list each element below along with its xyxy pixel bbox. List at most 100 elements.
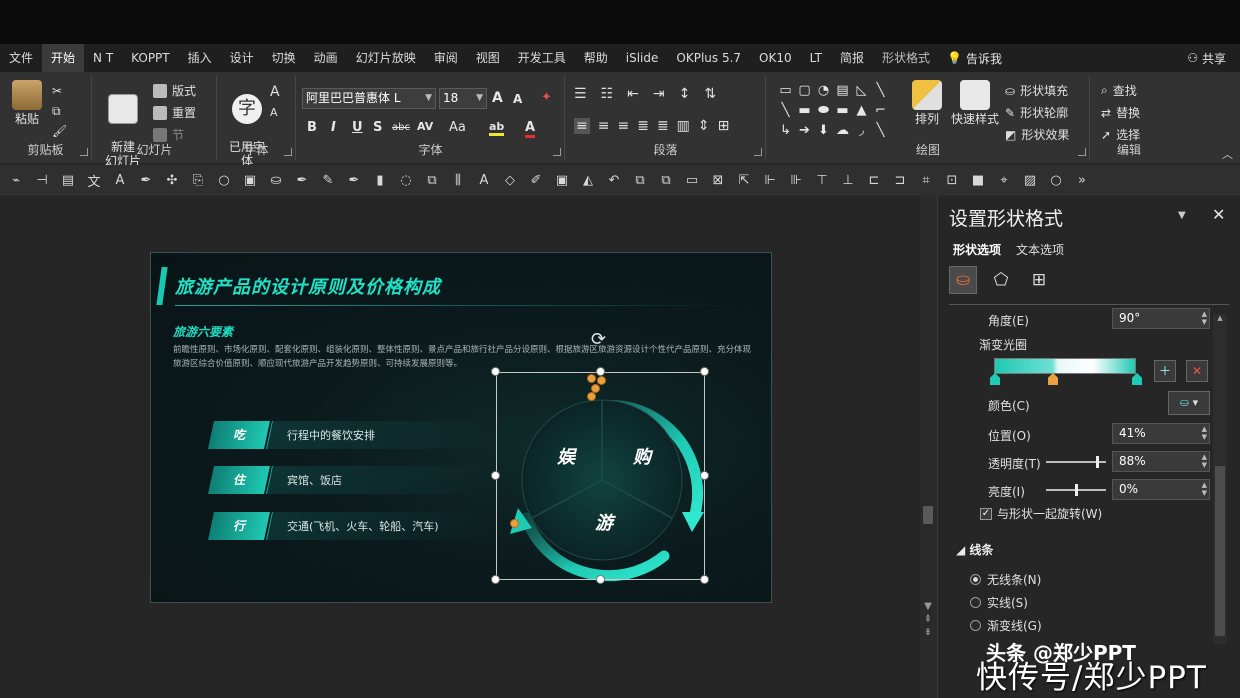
workspace-scrollbar[interactable] bbox=[920, 196, 936, 639]
scroll-thumb[interactable] bbox=[923, 506, 933, 524]
tool-icon[interactable]: ⫼ bbox=[450, 173, 466, 188]
resize-handle[interactable] bbox=[596, 367, 605, 376]
line-spacing-icon[interactable]: ↕ bbox=[679, 86, 691, 102]
align-left-icon[interactable]: ≡ bbox=[574, 118, 590, 134]
columns-icon[interactable]: ▥ bbox=[677, 118, 690, 134]
tab-insert[interactable]: 插入 bbox=[179, 44, 221, 72]
image-icon[interactable]: ▨ bbox=[1022, 173, 1038, 188]
tab-review[interactable]: 审阅 bbox=[425, 44, 467, 72]
diag-line-icon[interactable]: ╲ bbox=[777, 102, 794, 120]
scroll-down-icon[interactable]: ▼ bbox=[920, 600, 936, 613]
justify-icon[interactable]: ≣ bbox=[637, 118, 649, 134]
paragraph-launcher[interactable] bbox=[754, 148, 762, 156]
tab-lt[interactable]: LT bbox=[801, 44, 831, 72]
tab-ok10[interactable]: OK10 bbox=[750, 44, 801, 72]
highlight-icon[interactable]: ab bbox=[489, 120, 505, 136]
color-picker-button[interactable]: ⛀ ▾ bbox=[1168, 391, 1210, 415]
add-stop-icon[interactable]: ＋ bbox=[1154, 360, 1176, 382]
tab-view[interactable]: 视图 bbox=[467, 44, 509, 72]
align-text-icon[interactable]: ⇕ bbox=[698, 118, 710, 134]
char-spacing-button[interactable]: AV bbox=[417, 120, 433, 133]
tool-icon[interactable]: ⊪ bbox=[788, 173, 804, 188]
arrange-button[interactable]: 排列 bbox=[909, 78, 945, 126]
slide-description[interactable]: 前瞻性原则、市场化原则、配套化原则、组装化原则、整体性原则、景点产品和旅行社产品… bbox=[173, 343, 758, 371]
adjust-handle[interactable] bbox=[587, 392, 596, 401]
replace-button[interactable]: ⇄ 替换 bbox=[1101, 104, 1140, 121]
tool-icon[interactable]: ⊡ bbox=[944, 173, 960, 188]
gradient-stop[interactable] bbox=[1132, 373, 1142, 385]
slide-canvas[interactable]: 旅游产品的设计原则及价格构成 旅游六要素 前瞻性原则、市场化原则、配套化原则、组… bbox=[150, 252, 772, 603]
angle-input[interactable]: 90° ▲ ▼ bbox=[1112, 308, 1210, 329]
text-direction-icon[interactable]: ⇅ bbox=[704, 86, 716, 102]
outline-icon[interactable]: ✎ bbox=[320, 173, 336, 188]
tab-nt[interactable]: N T bbox=[84, 44, 122, 72]
pane-options-icon[interactable]: ▼ bbox=[1178, 210, 1186, 221]
tool-icon[interactable]: ⧉ bbox=[424, 173, 440, 188]
tool-icon[interactable]: ⊩ bbox=[762, 173, 778, 188]
resize-handle[interactable] bbox=[596, 575, 605, 584]
tool-icon[interactable]: ⌖ bbox=[996, 173, 1012, 188]
tool-icon[interactable]: ⧉ bbox=[632, 173, 648, 188]
font-family-select[interactable]: 阿里巴巴普惠体 L ▼ bbox=[302, 88, 436, 109]
bucket-icon[interactable]: ⛀ bbox=[268, 173, 284, 188]
tab-help[interactable]: 帮助 bbox=[575, 44, 617, 72]
slider-knob[interactable] bbox=[1096, 456, 1100, 468]
tab-islide[interactable]: iSlide bbox=[617, 44, 668, 72]
circle-icon[interactable]: ○ bbox=[216, 173, 232, 188]
tab-design[interactable]: 设计 bbox=[221, 44, 263, 72]
scroll-up-icon[interactable]: ▲ bbox=[1213, 314, 1227, 322]
layout-button[interactable]: 版式 bbox=[153, 82, 196, 99]
tool-icon[interactable]: ⊥ bbox=[840, 173, 856, 188]
tab-jianbao[interactable]: 简报 bbox=[831, 44, 873, 72]
size-properties-icon[interactable]: ⊞ bbox=[1025, 266, 1053, 294]
slider-knob[interactable] bbox=[1074, 484, 1078, 496]
collapse-ribbon-icon[interactable]: ︿ bbox=[1222, 146, 1233, 162]
radio-gradient-line[interactable]: 渐变线(G) bbox=[970, 617, 1042, 634]
increase-indent-icon[interactable]: ⇥ bbox=[653, 86, 665, 102]
slide-subtitle[interactable]: 旅游六要素 bbox=[173, 323, 233, 340]
gradient-stop[interactable] bbox=[990, 373, 1000, 385]
tool-icon[interactable]: ◭ bbox=[580, 173, 596, 188]
align-center-icon[interactable]: ≡ bbox=[598, 118, 610, 134]
tool-icon[interactable]: ↶ bbox=[606, 173, 622, 188]
textbox-icon[interactable]: ▤ bbox=[834, 82, 851, 100]
rect3-icon[interactable]: ▬ bbox=[834, 102, 851, 120]
tool-icon[interactable]: ▤ bbox=[60, 173, 76, 188]
align-right-icon[interactable]: ≡ bbox=[617, 118, 629, 134]
tab-shape-format[interactable]: 形状格式 bbox=[873, 44, 939, 72]
prev-slide-icon[interactable]: ⇞ bbox=[920, 613, 936, 626]
rotate-with-shape-checkbox[interactable]: ✓ 与形状一起旋转(W) bbox=[980, 505, 1102, 522]
tool-icon[interactable]: ▭ bbox=[684, 173, 700, 188]
circle-icon[interactable]: ○ bbox=[1048, 173, 1064, 188]
font-launcher[interactable] bbox=[553, 148, 561, 156]
line-icon[interactable]: ╲ bbox=[872, 82, 889, 100]
brace-icon[interactable]: ◞ bbox=[853, 122, 870, 140]
tool-icon[interactable]: ◌ bbox=[398, 173, 414, 188]
tool-icon[interactable]: 文 bbox=[86, 171, 102, 190]
tool-icon[interactable]: ⊐ bbox=[892, 173, 908, 188]
tell-me[interactable]: 💡 告诉我 bbox=[939, 50, 1010, 67]
grow-font-button[interactable]: A bbox=[270, 84, 280, 100]
tool-icon[interactable]: ⎘ bbox=[190, 173, 206, 188]
tool-icon[interactable]: A bbox=[112, 173, 128, 188]
right-arrow-icon[interactable]: ➔ bbox=[796, 122, 813, 140]
numbering-icon[interactable]: ☷ bbox=[601, 86, 614, 102]
clear-format-icon[interactable]: ✦ bbox=[541, 90, 552, 105]
fill-line-icon[interactable]: ⛀ bbox=[949, 266, 977, 294]
tool-icon[interactable]: ⇱ bbox=[736, 173, 752, 188]
tab-transitions[interactable]: 切换 bbox=[263, 44, 305, 72]
next-slide-icon[interactable]: ⇟ bbox=[920, 626, 936, 639]
italic-button[interactable]: I bbox=[331, 120, 336, 135]
tab-animations[interactable]: 动画 bbox=[305, 44, 347, 72]
triangle-icon[interactable]: ◺ bbox=[853, 82, 870, 100]
tool-icon[interactable]: ⌗ bbox=[918, 173, 934, 188]
paste-button[interactable]: 粘贴 bbox=[8, 78, 46, 126]
tool-icon[interactable]: ⌁ bbox=[8, 173, 24, 188]
text-icon[interactable]: A bbox=[476, 173, 492, 188]
resize-handle[interactable] bbox=[700, 367, 709, 376]
more-icon[interactable]: » bbox=[1074, 173, 1090, 188]
pie-icon[interactable]: ◔ bbox=[815, 82, 832, 100]
tab-developer[interactable]: 开发工具 bbox=[509, 44, 575, 72]
tool-icon[interactable]: ⊏ bbox=[866, 173, 882, 188]
decrease-indent-icon[interactable]: ⇤ bbox=[627, 86, 639, 102]
